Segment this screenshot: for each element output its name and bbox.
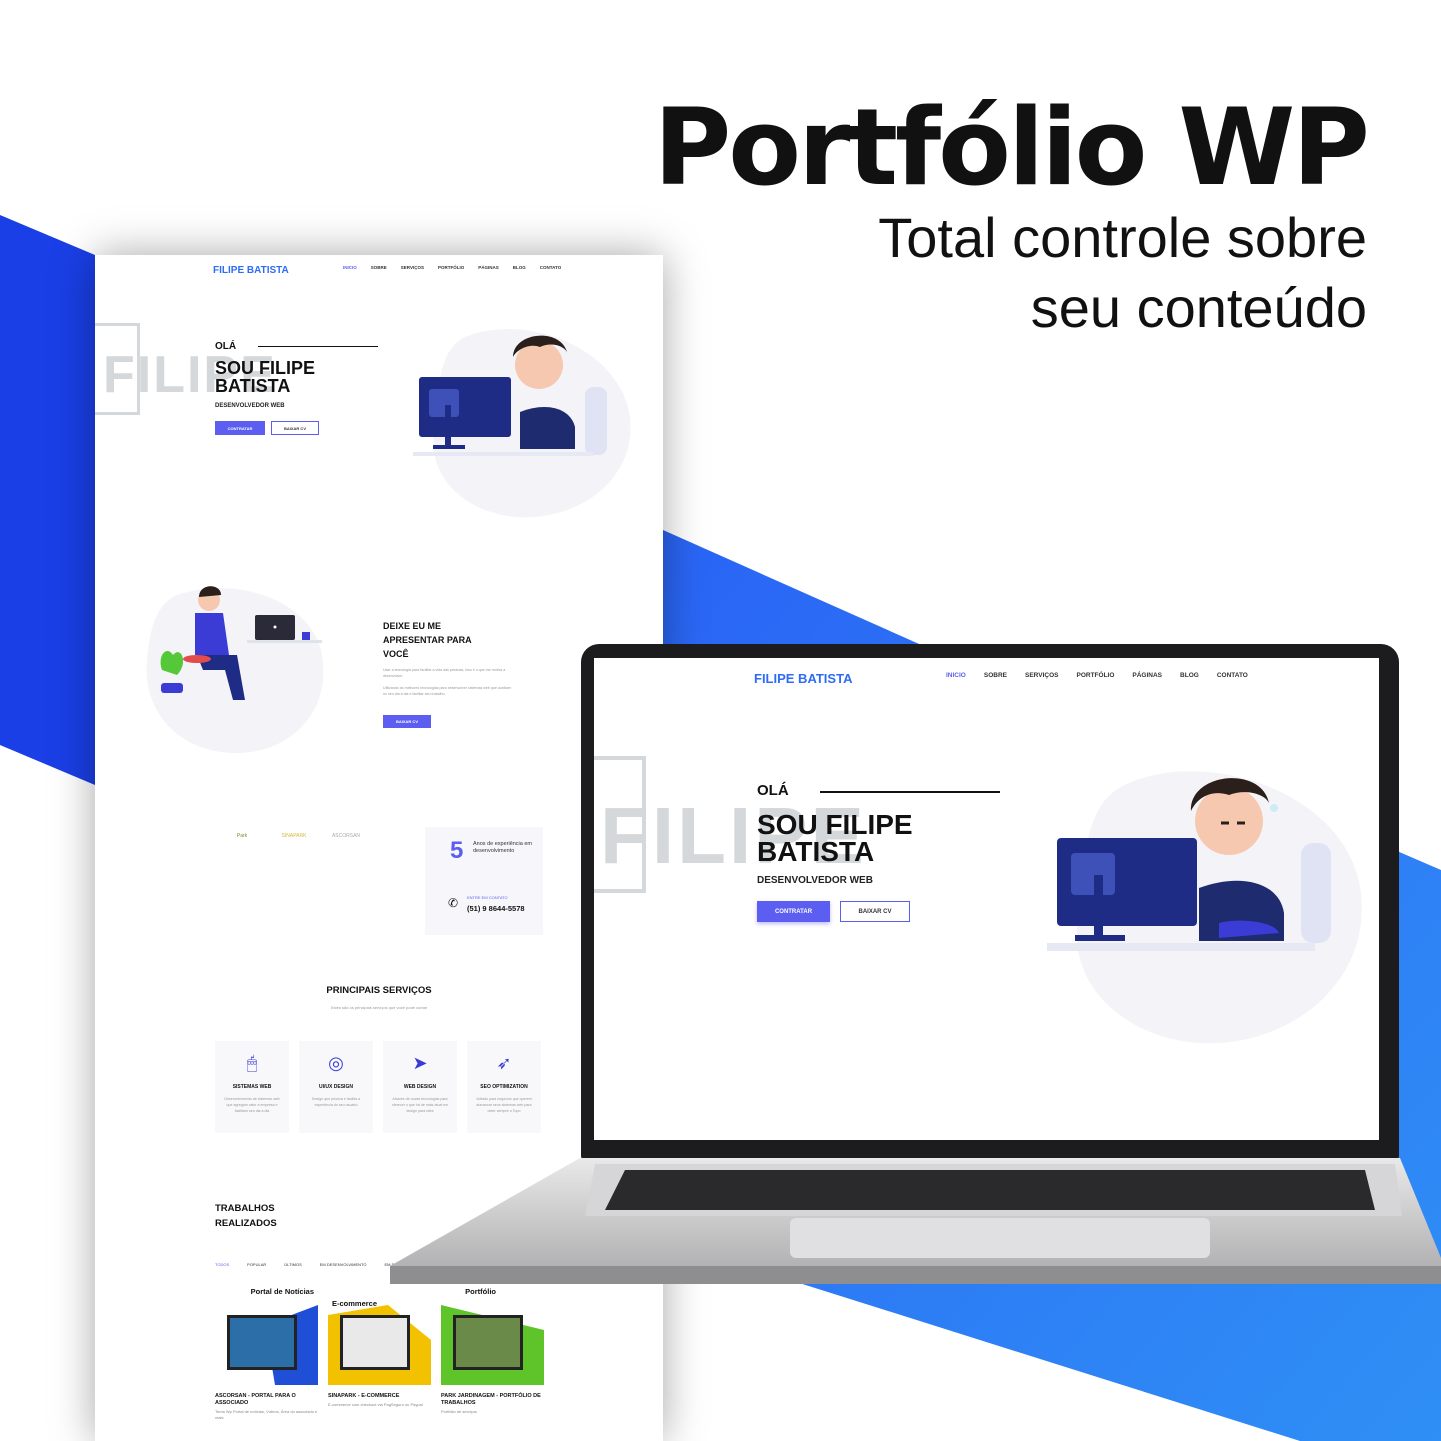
about-p2: Utilizando as melhores tecnologias para … bbox=[383, 686, 512, 696]
work-desc: Portfólio de serviços bbox=[441, 1409, 478, 1414]
laptop-screen: FILIPE BATISTA INICIO SOBRE SERVIÇOS POR… bbox=[594, 658, 1379, 1140]
work-thumb-screen bbox=[227, 1315, 297, 1370]
headline-title: Portfólio WP bbox=[653, 86, 1370, 209]
service-desc: Desenvolvimento de sistemas web que agre… bbox=[224, 1097, 280, 1113]
work-thumb-title: E-commerce bbox=[332, 1299, 378, 1308]
headline-subtitle-2: seu conteúdo bbox=[1030, 276, 1367, 340]
service-desc: Voltado para negócios que querem alavanc… bbox=[476, 1097, 532, 1113]
headline: Portfólio WP Total controle sobre seu co… bbox=[653, 86, 1370, 343]
services-title: PRINCIPAIS SERVIÇOS bbox=[326, 985, 432, 996]
filter-todos[interactable]: TODOS bbox=[215, 1262, 229, 1267]
hero-role: DESENVOLVEDOR WEB bbox=[215, 403, 285, 409]
site-logo[interactable]: FILIPE BATISTA bbox=[754, 671, 852, 686]
work-desc: E-commerce com checkout via PagSeguro ou… bbox=[328, 1402, 423, 1407]
nav-sobre[interactable]: SOBRE bbox=[984, 672, 1007, 679]
about-illustration bbox=[146, 586, 324, 754]
nav-paginas[interactable]: PÁGINAS bbox=[1132, 672, 1162, 679]
nav-blog[interactable]: BLOG bbox=[513, 265, 526, 270]
service-card[interactable]: ◎ UI/UX DESIGN Design que prioriza e fac… bbox=[299, 1041, 373, 1133]
rocket-icon: ➶ bbox=[496, 1053, 512, 1073]
download-cv-button[interactable]: BAIXAR CV bbox=[840, 901, 910, 922]
hero-greeting: OLÁ bbox=[215, 341, 237, 352]
hero-line bbox=[820, 791, 1000, 793]
work-thumbnail: E-commerce bbox=[328, 1285, 431, 1385]
service-card[interactable]: 🖱 SISTEMAS WEB Desenvolvimento de sistem… bbox=[215, 1041, 289, 1133]
nav-servicos[interactable]: SERVIÇOS bbox=[401, 265, 424, 270]
service-title: UI/UX DESIGN bbox=[319, 1084, 353, 1090]
hero-name: SOU FILIPE BATISTA bbox=[215, 358, 316, 396]
download-cv-button[interactable]: BAIXAR CV bbox=[271, 421, 319, 435]
laptop-keyboard-base bbox=[390, 1158, 1441, 1284]
experience-text: Anos de experiência em desenvolvimento bbox=[473, 841, 533, 854]
works-grid: Portal de Notícias ASCORSAN - PORTAL PAR… bbox=[215, 1285, 544, 1421]
nav-blog[interactable]: BLOG bbox=[1180, 672, 1199, 679]
about-cv-button[interactable]: BAIXAR CV bbox=[383, 715, 431, 728]
about-p1: Usar a tecnologia para facilitar a vida … bbox=[383, 668, 506, 678]
mouse-icon: 🖱 bbox=[246, 1053, 258, 1073]
services-subtitle: Estes são os principais serviços que voc… bbox=[330, 1005, 428, 1010]
site-nav: INICIO SOBRE SERVIÇOS PORTFÓLIO PÁGINAS … bbox=[343, 265, 561, 270]
work-thumbnail: Portfólio bbox=[441, 1285, 544, 1385]
works-filters: TODOS POPULAR ÚLTIMOS EM DESENVOLVIMENTO… bbox=[215, 1262, 405, 1267]
work-item[interactable]: Portal de Notícias ASCORSAN - PORTAL PAR… bbox=[215, 1285, 318, 1421]
headline-subtitle-1: Total controle sobre bbox=[878, 206, 1367, 270]
nav-portfolio[interactable]: PORTFÓLIO bbox=[1076, 672, 1114, 679]
nav-contato[interactable]: CONTATO bbox=[1217, 672, 1248, 679]
nav-inicio[interactable]: INICIO bbox=[343, 265, 357, 270]
service-card[interactable]: ➶ SEO OPTIMIZATION Voltado para negócios… bbox=[467, 1041, 541, 1133]
work-item[interactable]: E-commerce SINAPARK - E-COMMERCE E-comme… bbox=[328, 1285, 431, 1421]
hire-button[interactable]: CONTRATAR bbox=[757, 901, 830, 922]
service-desc: Design que prioriza e facilita a experiê… bbox=[311, 1097, 361, 1107]
nav-portfolio[interactable]: PORTFÓLIO bbox=[438, 265, 464, 270]
contact-phone[interactable]: (51) 9 8644-5578 bbox=[467, 904, 525, 913]
work-item[interactable]: Portfólio PARK JARDINAGEM - PORTFÓLIO DE… bbox=[441, 1285, 544, 1421]
hero-name: SOU FILIPE BATISTA bbox=[757, 809, 913, 867]
filter-popular[interactable]: POPULAR bbox=[247, 1262, 266, 1267]
phone-icon: ✆ bbox=[448, 896, 459, 910]
contact-label: ENTRE EM CONTATO bbox=[467, 895, 508, 900]
work-thumb-screen bbox=[340, 1315, 410, 1370]
client-logo-ascorsan: ASCORSAN bbox=[331, 833, 361, 839]
about-title: DEIXE EU ME APRESENTAR PARA VOCÊ bbox=[383, 621, 472, 659]
service-desc: Através de novas tecnologias para oferec… bbox=[391, 1097, 449, 1113]
nav-paginas[interactable]: PÁGINAS bbox=[478, 265, 499, 270]
services-cards: 🖱 SISTEMAS WEB Desenvolvimento de sistem… bbox=[215, 1041, 541, 1133]
service-card[interactable]: ➤ WEB DESIGN Através de novas tecnologia… bbox=[383, 1041, 457, 1133]
nav-inicio[interactable]: INICIO bbox=[946, 672, 966, 679]
filter-em-desenvolvimento[interactable]: EM DESENVOLVIMENTO bbox=[320, 1262, 367, 1267]
hero-greeting: OLÁ bbox=[757, 782, 789, 799]
work-name: ASCORSAN - PORTAL PARA O ASSOCIADO bbox=[215, 1393, 296, 1406]
about-paragraph: Usar a tecnologia para facilitar a vida … bbox=[383, 667, 513, 697]
hero-role: DESENVOLVEDOR WEB bbox=[757, 875, 873, 886]
nav-sobre[interactable]: SOBRE bbox=[371, 265, 387, 270]
developer-illustration bbox=[1047, 771, 1362, 1044]
service-title: WEB DESIGN bbox=[403, 1084, 437, 1090]
work-desc: Tema Wp Portal de notícias, Vídeos, Área… bbox=[215, 1409, 318, 1420]
work-name: SINAPARK - E-COMMERCE bbox=[328, 1393, 400, 1399]
work-thumb-screen bbox=[453, 1315, 523, 1370]
filter-ultimos[interactable]: ÚLTIMOS bbox=[284, 1262, 301, 1267]
paper-plane-icon: ➤ bbox=[412, 1053, 428, 1073]
client-logo-park: Park bbox=[236, 833, 248, 839]
work-thumb-title: Portfólio bbox=[465, 1287, 496, 1296]
work-name: PARK JARDINAGEM - PORTFÓLIO DE TRABALHOS bbox=[441, 1393, 541, 1406]
experience-number: 5 bbox=[450, 837, 464, 864]
hire-button[interactable]: CONTRATAR bbox=[215, 421, 265, 435]
client-logos: Park SINAPARK ASCORSAN bbox=[225, 833, 363, 839]
work-thumb-title: Portal de Notícias bbox=[250, 1287, 314, 1296]
works-title: TRABALHOS REALIZADOS bbox=[215, 1203, 277, 1229]
nav-servicos[interactable]: SERVIÇOS bbox=[1025, 672, 1058, 679]
service-title: SEO OPTIMIZATION bbox=[480, 1084, 528, 1090]
site-logo[interactable]: FILIPE BATISTA bbox=[213, 265, 289, 276]
hero-line bbox=[258, 346, 378, 347]
developer-illustration bbox=[413, 328, 631, 518]
palette-icon: ◎ bbox=[328, 1053, 344, 1073]
service-title: SISTEMAS WEB bbox=[232, 1084, 272, 1090]
nav-contato[interactable]: CONTATO bbox=[540, 265, 562, 270]
client-logo-sinapark: SINAPARK bbox=[281, 833, 307, 839]
work-thumbnail: Portal de Notícias bbox=[215, 1285, 318, 1385]
site-nav: INICIO SOBRE SERVIÇOS PORTFÓLIO PÁGINAS … bbox=[946, 672, 1248, 679]
